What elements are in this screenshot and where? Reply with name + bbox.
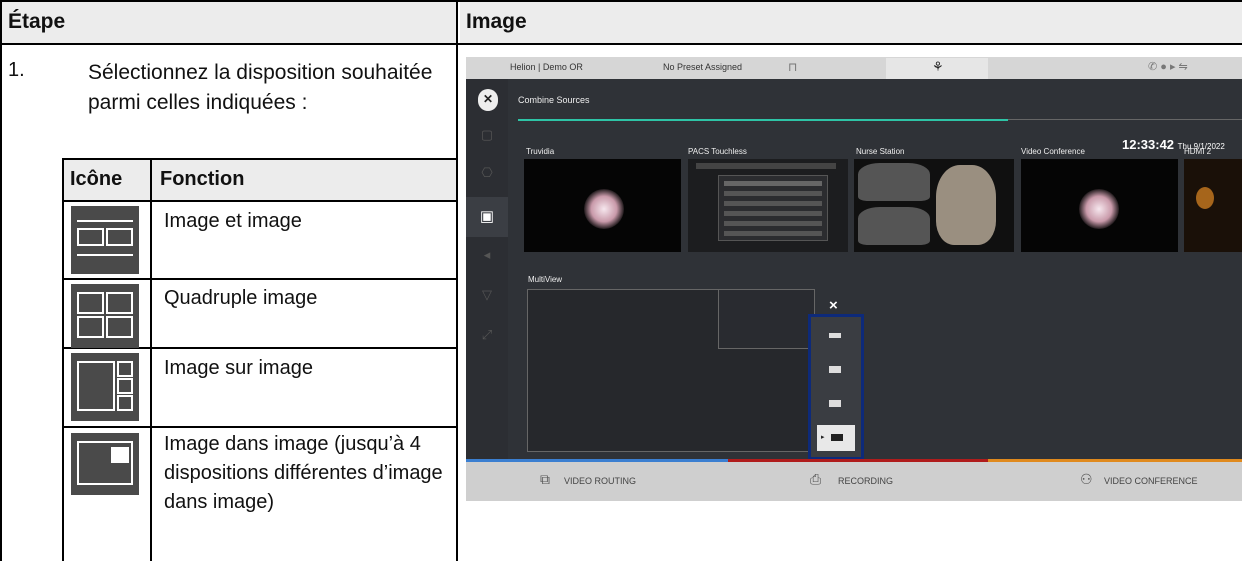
layout-pop-button[interactable]	[817, 391, 855, 417]
panel-close-icon[interactable]: ✕	[478, 89, 498, 109]
source-label: Video Conference	[1021, 147, 1085, 156]
source-thumbnail-hdmi-2[interactable]	[1184, 159, 1242, 252]
function-label: Image dans image (jusqu’à 4 dispositions…	[164, 433, 443, 513]
user-icon: ⚘	[932, 59, 944, 74]
favorite-icon[interactable]: ▽	[479, 287, 495, 303]
layout-quad-button[interactable]	[817, 357, 855, 383]
expand-icon[interactable]: ⤢	[479, 327, 495, 343]
function-label: Image et image	[164, 210, 302, 232]
checklist-icon[interactable]: ▢	[479, 127, 495, 143]
source-label: Nurse Station	[856, 147, 905, 156]
source-thumbnail-video-conference[interactable]	[1021, 159, 1178, 252]
inner-border-left	[62, 158, 64, 561]
table-border-top	[0, 0, 1242, 2]
step-number: 1.	[8, 59, 25, 81]
multiview-close-icon[interactable]: ×	[829, 297, 838, 314]
side-by-side-icon	[71, 206, 139, 274]
video-routing-icon: ⧉	[540, 471, 550, 487]
location-label: Helion | Demo OR	[510, 62, 583, 72]
header-step: Étape	[2, 0, 456, 43]
combine-sources-icon[interactable]: ▣	[466, 197, 508, 237]
lock-icon: ⊓	[788, 60, 798, 74]
sidebar: ✕ ▢ ⎔ ▣ ◂ ▽ ⤢	[466, 79, 508, 459]
clock-time: 12:33:42	[1122, 137, 1175, 152]
layout-selector: ▸	[808, 314, 864, 460]
picture-in-picture-icon	[71, 433, 139, 495]
audio-icon[interactable]: ◂	[479, 247, 495, 263]
bottom-tab-bar: ⧉ VIDEO ROUTING ⎙ RECORDING ⚇ VIDEO CONF…	[466, 459, 1242, 501]
tab-video-conference[interactable]: ⚇ VIDEO CONFERENCE	[988, 459, 1242, 501]
source-thumbnail-truvidia[interactable]	[524, 159, 681, 252]
recording-icon: ⎙	[810, 471, 822, 487]
tab-label: RECORDING	[838, 476, 894, 486]
tab-indicator	[988, 459, 1242, 462]
step-text: Sélectionnez la disposition souhaitée pa…	[88, 61, 433, 114]
inner-header-icon: Icône	[62, 160, 150, 200]
chevron-right-icon: ▸	[821, 434, 825, 441]
function-label: Image sur image	[164, 357, 313, 379]
inner-column-divider	[150, 158, 152, 561]
source-thumbnail-nurse-station[interactable]	[854, 159, 1014, 252]
inner-header-function: Fonction	[152, 160, 456, 200]
table-column-divider	[456, 0, 458, 561]
inner-row-divider	[62, 426, 456, 428]
panel-title: Combine Sources	[518, 95, 590, 105]
source-label: HDMI 2	[1184, 147, 1212, 156]
tab-indicator	[728, 459, 988, 462]
tab-video-routing[interactable]: ⧉ VIDEO ROUTING	[466, 459, 728, 501]
system-screenshot: Helion | Demo OR No Preset Assigned ⊓ ⚘ …	[466, 57, 1242, 501]
table-header-divider	[0, 43, 1242, 45]
quad-icon	[71, 284, 139, 348]
inner-border-top	[62, 158, 456, 160]
header-image: Image	[460, 0, 1242, 43]
multiview-label: MultiView	[528, 275, 563, 284]
inner-row-divider	[62, 200, 456, 202]
preset-label: No Preset Assigned	[663, 62, 743, 72]
picture-over-picture-icon	[71, 353, 139, 421]
tab-label: VIDEO CONFERENCE	[1104, 476, 1198, 486]
source-thumbnail-pacs[interactable]	[688, 159, 848, 252]
inner-row-divider	[62, 278, 456, 280]
tab-recording[interactable]: ⎙ RECORDING	[728, 459, 988, 501]
source-label: Truvidia	[526, 147, 555, 156]
table-border-left	[0, 0, 2, 561]
progress-line	[518, 119, 1008, 121]
video-conference-icon: ⚇	[1080, 471, 1093, 487]
source-label: PACS Touchless	[688, 147, 747, 156]
tab-indicator	[466, 459, 728, 462]
routing-icon[interactable]: ⎔	[479, 165, 495, 181]
tab-label: VIDEO ROUTING	[564, 476, 637, 486]
layout-side-by-side-button[interactable]	[817, 323, 855, 349]
document-table: Étape Image 1. Sélectionnez la dispositi…	[0, 0, 1242, 561]
function-label: Quadruple image	[164, 287, 318, 309]
layout-pip-button[interactable]: ▸	[817, 425, 855, 451]
status-icons: ✆ ● ▸ ⇋	[1148, 61, 1188, 73]
top-status-bar: Helion | Demo OR No Preset Assigned ⊓ ⚘ …	[466, 57, 1242, 79]
multiview-pip-window[interactable]	[718, 289, 815, 349]
